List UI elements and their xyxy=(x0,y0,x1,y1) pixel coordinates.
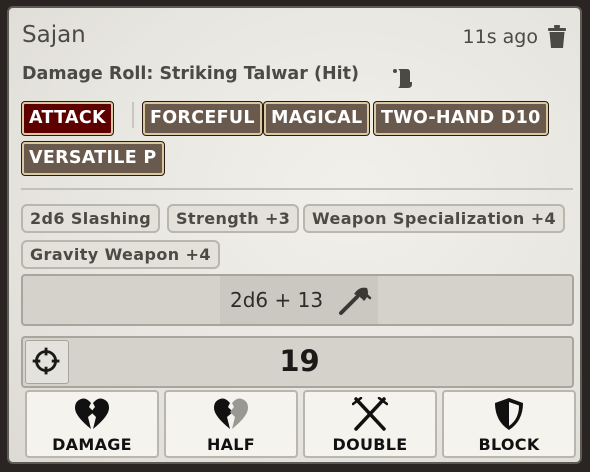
dice-total: 19 xyxy=(21,336,574,388)
shield-icon xyxy=(495,398,523,430)
trait-two-hand-d10[interactable]: TWO-HAND D10 xyxy=(374,102,548,135)
formula-text: 2d6 + 13 xyxy=(230,288,324,312)
chat-message-card: Sajan 11s ago Damage Roll: Striking Talw… xyxy=(7,6,582,464)
apply-half-button[interactable]: HALF xyxy=(164,390,298,458)
crossed-swords-icon xyxy=(352,397,388,431)
divider xyxy=(21,188,573,190)
roll-total: 19 xyxy=(279,344,320,378)
apply-damage-button[interactable]: DAMAGE xyxy=(25,390,159,458)
trait-separator xyxy=(132,102,134,128)
modifier-tag: 2d6 Slashing xyxy=(21,204,161,233)
damage-label: DAMAGE xyxy=(52,435,132,454)
double-label: DOUBLE xyxy=(332,435,408,454)
apply-block-button[interactable]: BLOCK xyxy=(442,390,576,458)
apply-double-button[interactable]: DOUBLE xyxy=(303,390,437,458)
trait-versatile-p[interactable]: VERSATILE P xyxy=(22,142,164,175)
modifier-tag: Strength +3 xyxy=(167,204,300,233)
modifier-tag: Gravity Weapon +4 xyxy=(21,240,220,269)
scroll-icon[interactable] xyxy=(391,66,415,90)
block-label: BLOCK xyxy=(478,435,540,454)
dice-formula[interactable]: 2d6 + 13 xyxy=(21,274,574,326)
broken-heart-icon xyxy=(75,398,109,429)
axe-icon xyxy=(339,287,372,315)
message-header: Sajan 11s ago xyxy=(22,22,572,54)
roll-flavor-text: Damage Roll: Striking Talwar (Hit) xyxy=(22,64,359,84)
trait-forceful[interactable]: FORCEFUL xyxy=(143,102,262,135)
half-heart-icon xyxy=(214,398,248,429)
message-sender: Sajan xyxy=(22,22,86,48)
half-label: HALF xyxy=(206,435,256,454)
trait-attack[interactable]: ATTACK xyxy=(22,102,113,135)
message-timestamp: 11s ago xyxy=(462,26,538,48)
modifier-tag: Weapon Specialization +4 xyxy=(303,204,566,233)
trait-magical[interactable]: MAGICAL xyxy=(264,102,370,135)
trash-icon[interactable] xyxy=(546,25,568,49)
